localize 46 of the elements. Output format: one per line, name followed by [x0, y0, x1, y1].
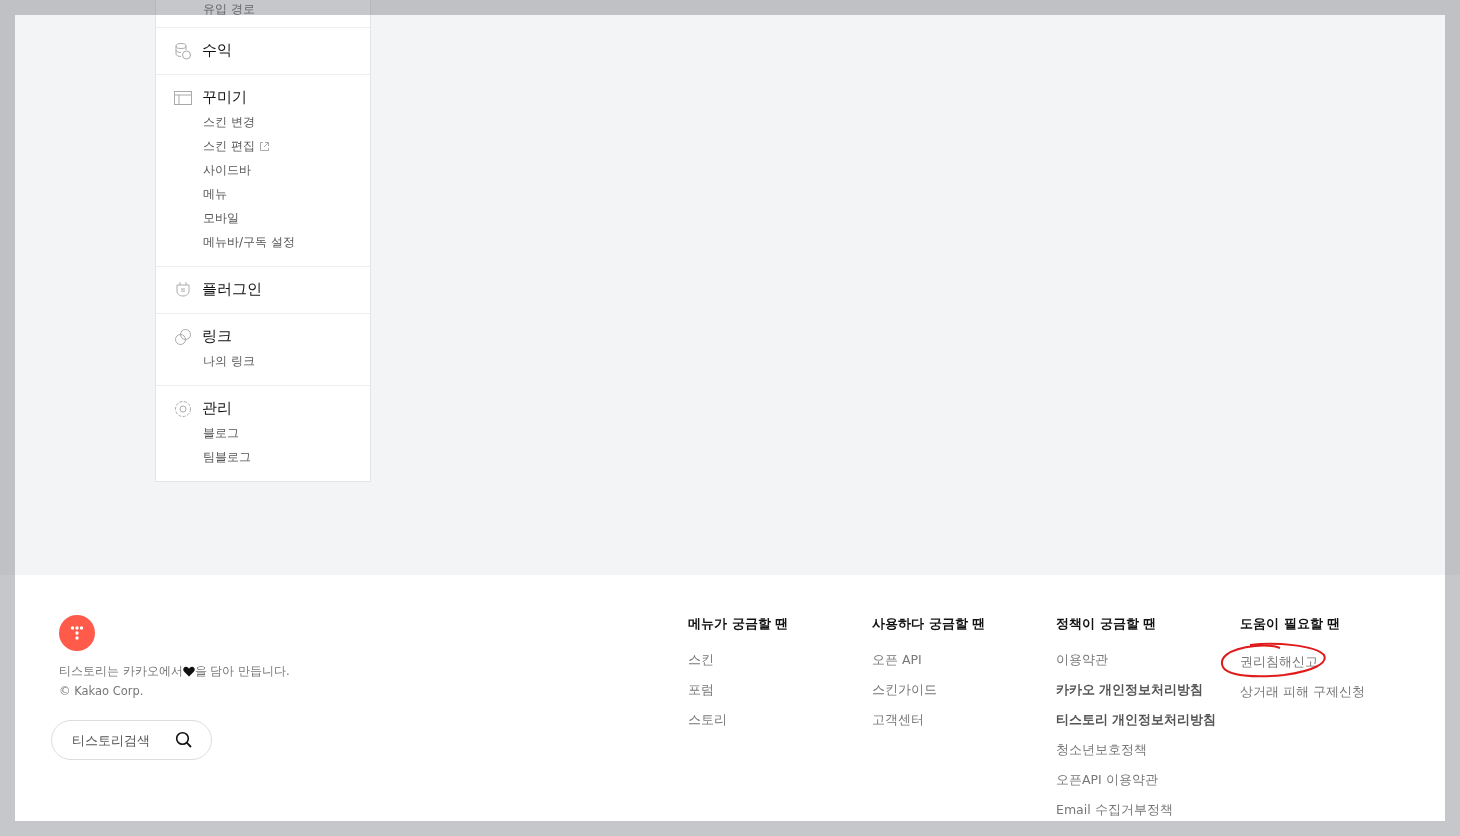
column-heading: 정책이 궁금할 땐 [1056, 615, 1158, 633]
menu-item[interactable]: 사이드바 [203, 161, 370, 180]
footer-link[interactable]: 티스토리 개인정보처리방침 [1056, 711, 1240, 729]
footer-link[interactable]: 오픈API 이용약관 [1056, 771, 1240, 789]
section-title[interactable]: 꾸미기 [202, 88, 247, 107]
search-field[interactable]: 티스토리검색 [51, 720, 212, 760]
footer-link[interactable]: 오픈 API [872, 651, 1056, 669]
footer-link[interactable]: 포럼 [688, 681, 872, 699]
menu-item[interactable]: 메뉴 [203, 185, 370, 204]
footer-link[interactable]: 스킨가이드 [872, 681, 1056, 699]
menu-item[interactable]: 유입 경로 [203, 0, 370, 19]
settings-icon [174, 399, 192, 418]
plug-icon [174, 280, 192, 299]
link-icon [174, 327, 192, 346]
tagline-text: 을 담아 만듭니다. [194, 664, 290, 679]
footer-link[interactable]: 이용약관 [1056, 651, 1240, 669]
tagline-text: 티스토리는 카카오에서 [59, 664, 183, 679]
logo-icon[interactable] [59, 615, 95, 651]
section-title[interactable]: 수익 [202, 41, 232, 60]
external-link-icon [258, 141, 270, 152]
menu-item[interactable]: 스킨 편집 [203, 137, 370, 156]
copyright-text: © Kakao Corp. [59, 684, 145, 698]
section-title[interactable]: 링크 [202, 327, 232, 346]
section-title[interactable]: 관리 [202, 399, 232, 418]
menu-item[interactable]: 스킨 변경 [203, 113, 370, 132]
coins-icon [174, 41, 192, 60]
footer-link[interactable]: 상거래 피해 구제신청 [1240, 683, 1424, 701]
footer-link[interactable]: 청소년보호정책 [1056, 741, 1240, 759]
column-heading: 메뉴가 궁금할 땐 [688, 615, 790, 633]
menu-item[interactable]: 모바일 [203, 209, 370, 228]
footer-link[interactable]: 권리침해신고 [1240, 654, 1318, 669]
column-heading: 사용하다 궁금할 땐 [872, 615, 987, 633]
menu-item[interactable]: 메뉴바/구독 설정 [203, 233, 370, 252]
menu-item[interactable]: 나의 링크 [203, 352, 370, 371]
layout-icon [174, 88, 192, 107]
footer-link[interactable]: Email 수집거부정책 [1056, 801, 1240, 819]
heart-icon [182, 666, 195, 677]
section-title[interactable]: 플러그인 [202, 280, 262, 299]
footer-link[interactable]: 스킨 [688, 651, 872, 669]
footer-link[interactable]: 고객센터 [872, 711, 1056, 729]
footer-link[interactable]: 스토리 [688, 711, 872, 729]
search-icon[interactable] [175, 731, 193, 749]
footer-link[interactable]: 카카오 개인정보처리방침 [1056, 681, 1240, 699]
column-heading: 도움이 필요할 땐 [1240, 615, 1342, 633]
menu-item[interactable]: 블로그 [203, 424, 370, 443]
menu-item[interactable]: 팀블로그 [203, 448, 370, 467]
